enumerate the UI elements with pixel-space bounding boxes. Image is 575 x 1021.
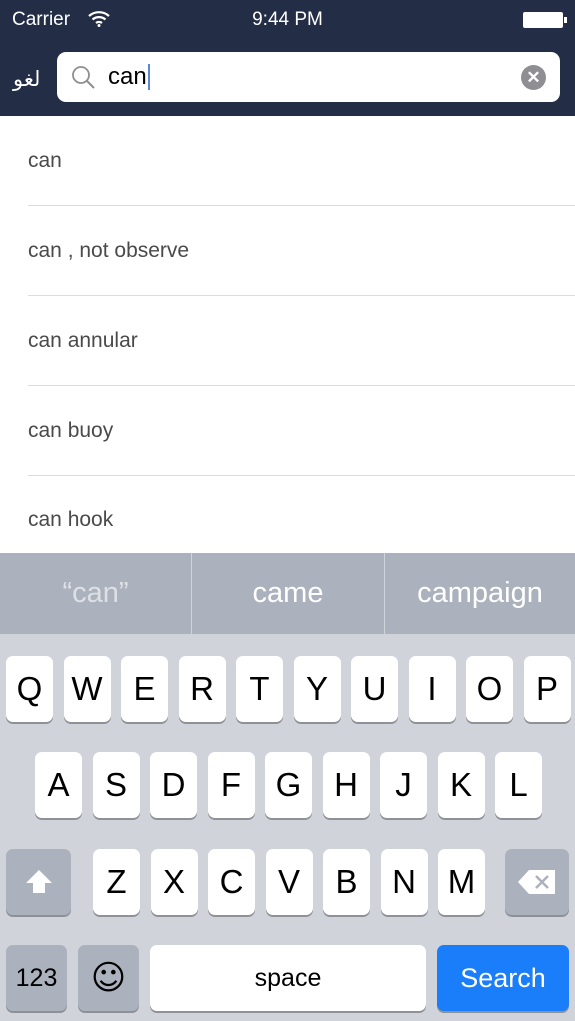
emoji-key[interactable]: ☺ bbox=[78, 945, 139, 1011]
clock: 9:44 PM bbox=[252, 9, 323, 30]
search-key[interactable]: Search bbox=[437, 945, 569, 1011]
key-y[interactable]: Y bbox=[293, 656, 341, 722]
key-v[interactable]: V bbox=[265, 849, 313, 915]
suggestion-item[interactable]: campaign bbox=[385, 553, 575, 634]
suggestion-item[interactable]: came bbox=[192, 553, 384, 634]
list-item[interactable]: can bbox=[0, 116, 575, 206]
list-item[interactable]: can buoy bbox=[0, 386, 575, 476]
clear-icon[interactable]: ✕ bbox=[521, 65, 546, 90]
key-t[interactable]: T bbox=[236, 656, 283, 722]
list-item[interactable]: can annular bbox=[0, 296, 575, 386]
key-r[interactable]: R bbox=[178, 656, 226, 722]
key-q[interactable]: Q bbox=[6, 656, 53, 722]
key-h[interactable]: H bbox=[322, 752, 370, 818]
key-g[interactable]: G bbox=[265, 752, 312, 818]
list-item[interactable]: can , not observe bbox=[0, 206, 575, 296]
item-label: can buoy bbox=[28, 419, 114, 442]
item-label: can hook bbox=[28, 508, 114, 531]
search-icon bbox=[72, 66, 95, 89]
key-j[interactable]: J bbox=[380, 752, 427, 818]
key-l[interactable]: L bbox=[495, 752, 542, 818]
key-x[interactable]: X bbox=[150, 849, 198, 915]
key-e[interactable]: E bbox=[121, 656, 168, 722]
backspace-key[interactable] bbox=[505, 849, 569, 915]
list-item[interactable]: can hook bbox=[0, 475, 575, 565]
key-k[interactable]: K bbox=[437, 752, 485, 818]
key-i[interactable]: I bbox=[408, 656, 456, 722]
key-u[interactable]: U bbox=[351, 656, 398, 722]
numbers-key[interactable]: 123 bbox=[6, 945, 67, 1011]
battery-icon bbox=[523, 12, 563, 28]
keyboard: Q W E R T Y U I O P A S D F G H J K L Z X C V B N M 123 ☺ space Searc… bbox=[0, 634, 575, 1021]
suggestion-item[interactable]: “can” bbox=[0, 553, 191, 634]
key-z[interactable]: Z bbox=[93, 849, 140, 915]
key-s[interactable]: S bbox=[92, 752, 140, 818]
status-bar: Carrier 9:44 PM bbox=[0, 0, 575, 40]
key-m[interactable]: M bbox=[438, 849, 485, 915]
key-p[interactable]: P bbox=[523, 656, 571, 722]
key-w[interactable]: W bbox=[63, 656, 111, 722]
key-a[interactable]: A bbox=[35, 752, 82, 818]
key-o[interactable]: O bbox=[466, 656, 513, 722]
key-b[interactable]: B bbox=[323, 849, 370, 915]
key-n[interactable]: N bbox=[380, 849, 428, 915]
space-key[interactable]: space bbox=[150, 945, 426, 1011]
shift-icon bbox=[25, 870, 52, 893]
backspace-icon bbox=[518, 870, 555, 894]
search-text: can bbox=[108, 64, 150, 90]
nav-bar: لغو can ✕ bbox=[0, 40, 575, 116]
key-f[interactable]: F bbox=[207, 752, 255, 818]
key-c[interactable]: C bbox=[208, 849, 255, 915]
item-label: can bbox=[28, 149, 62, 172]
search-input[interactable]: can ✕ bbox=[57, 52, 560, 102]
shift-key[interactable] bbox=[6, 849, 71, 915]
item-label: can , not observe bbox=[28, 239, 190, 262]
cancel-button[interactable]: لغو bbox=[13, 67, 40, 91]
emoji-icon: ☺ bbox=[90, 958, 127, 998]
key-d[interactable]: D bbox=[150, 752, 197, 818]
item-label: can annular bbox=[28, 329, 138, 352]
suggestion-bar: “can” came campaign bbox=[0, 553, 575, 634]
